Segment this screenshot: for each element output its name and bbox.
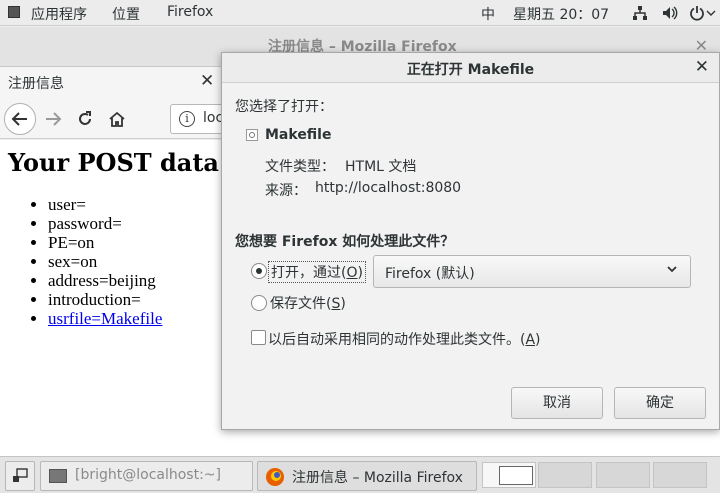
workspace-4[interactable] xyxy=(653,462,707,488)
chevron-down-icon[interactable] xyxy=(706,10,716,16)
file-name: Makefile xyxy=(265,127,332,143)
firefox-icon xyxy=(266,468,284,486)
forward-button[interactable] xyxy=(37,103,69,135)
home-icon xyxy=(109,111,125,127)
source-label: 来源： xyxy=(265,183,307,199)
list-item: sex=on xyxy=(48,252,162,271)
reload-button[interactable] xyxy=(69,103,101,135)
save-file-label[interactable]: 保存文件(S) xyxy=(270,293,346,313)
file-icon xyxy=(246,129,258,141)
info-icon[interactable]: i xyxy=(179,111,195,127)
auto-action-checkbox[interactable] xyxy=(251,330,266,345)
open-with-app-select[interactable]: Firefox (默认) xyxy=(373,255,691,288)
list-item: address=beijing xyxy=(48,271,162,290)
taskbar-terminal[interactable]: [bright@localhost:~] xyxy=(40,461,253,491)
taskbar-firefox[interactable]: 注册信息 – Mozilla Firefox xyxy=(257,461,477,491)
activities-icon[interactable] xyxy=(8,6,20,18)
firefox-task-label: 注册信息 – Mozilla Firefox xyxy=(292,470,463,486)
save-file-text: 保存文件 xyxy=(270,296,326,312)
ok-button[interactable]: 确定 xyxy=(614,387,706,419)
volume-icon[interactable] xyxy=(662,5,678,21)
source-value: http://localhost:8080 xyxy=(315,180,462,196)
show-desktop-icon xyxy=(13,468,28,482)
network-icon[interactable] xyxy=(632,5,648,21)
dialog-question: 您想要 Firefox 如何处理此文件？ xyxy=(235,234,455,250)
list-item: PE=on xyxy=(48,233,162,252)
open-with-radio[interactable] xyxy=(251,263,267,279)
auto-action-accesskey: A xyxy=(525,332,536,348)
clock[interactable]: 星期五 20：07 xyxy=(513,4,609,24)
post-data-list: user= password= PE=on sex=on address=bei… xyxy=(48,195,162,328)
applications-menu[interactable]: 应用程序 xyxy=(31,4,87,24)
dialog-title: 正在打开 Makefile xyxy=(406,62,535,78)
tab-label: 注册信息 xyxy=(8,76,64,92)
arrow-left-icon xyxy=(11,112,27,126)
save-file-radio[interactable] xyxy=(251,295,267,311)
workspace-window-thumbnail xyxy=(499,466,533,485)
workspace-3[interactable] xyxy=(596,462,650,488)
close-tab-icon[interactable]: ✕ xyxy=(200,71,214,91)
show-desktop-button[interactable] xyxy=(5,461,35,491)
bottom-taskbar: [bright@localhost:~] 注册信息 – Mozilla Fire… xyxy=(0,456,720,493)
open-with-label[interactable]: 打开，通过(O) xyxy=(268,261,366,283)
list-item: introduction= xyxy=(48,290,162,309)
list-item: user= xyxy=(48,195,162,214)
file-type-value: HTML 文档 xyxy=(345,159,417,175)
tab-active[interactable]: 注册信息 ✕ xyxy=(0,67,222,99)
chevron-down-icon xyxy=(667,266,677,273)
terminal-label: [bright@localhost:~] xyxy=(75,467,221,483)
open-file-dialog: 正在打开 Makefile ✕ 您选择了打开： Makefile 文件类型： H… xyxy=(221,52,720,430)
arrow-right-icon xyxy=(46,112,62,126)
dialog-header: 正在打开 Makefile ✕ xyxy=(222,53,719,83)
save-file-accesskey: S xyxy=(331,296,341,312)
terminal-icon xyxy=(49,469,67,483)
selected-app: Firefox (默认) xyxy=(385,266,475,282)
back-button[interactable] xyxy=(4,103,36,135)
file-type-label: 文件类型： xyxy=(265,159,335,175)
top-panel: 应用程序 位置 Firefox 中 星期五 20：07 xyxy=(0,0,720,26)
open-with-accesskey: O xyxy=(346,265,358,281)
cancel-button[interactable]: 取消 xyxy=(511,387,603,419)
page-heading: Your POST data xyxy=(8,148,219,177)
close-dialog-icon[interactable]: ✕ xyxy=(695,57,709,77)
chosen-label: 您选择了打开： xyxy=(235,99,333,115)
auto-action-label[interactable]: 以后自动采用相同的动作处理此类文件。(A) xyxy=(268,329,541,349)
open-with-text: 打开，通过 xyxy=(271,265,341,281)
list-item: usrfile=Makefile xyxy=(48,309,162,328)
reload-icon xyxy=(79,111,91,125)
auto-action-text: 以后自动采用相同的动作处理此类文件。 xyxy=(268,332,520,348)
input-method-indicator[interactable]: 中 xyxy=(481,4,495,24)
home-button[interactable] xyxy=(101,103,133,135)
workspace-1[interactable] xyxy=(482,462,536,488)
usrfile-link[interactable]: usrfile=Makefile xyxy=(48,309,162,328)
workspace-2[interactable] xyxy=(538,462,592,488)
places-menu[interactable]: 位置 xyxy=(112,4,140,24)
firefox-menu[interactable]: Firefox xyxy=(167,4,213,20)
power-icon[interactable] xyxy=(689,5,705,21)
list-item: password= xyxy=(48,214,162,233)
